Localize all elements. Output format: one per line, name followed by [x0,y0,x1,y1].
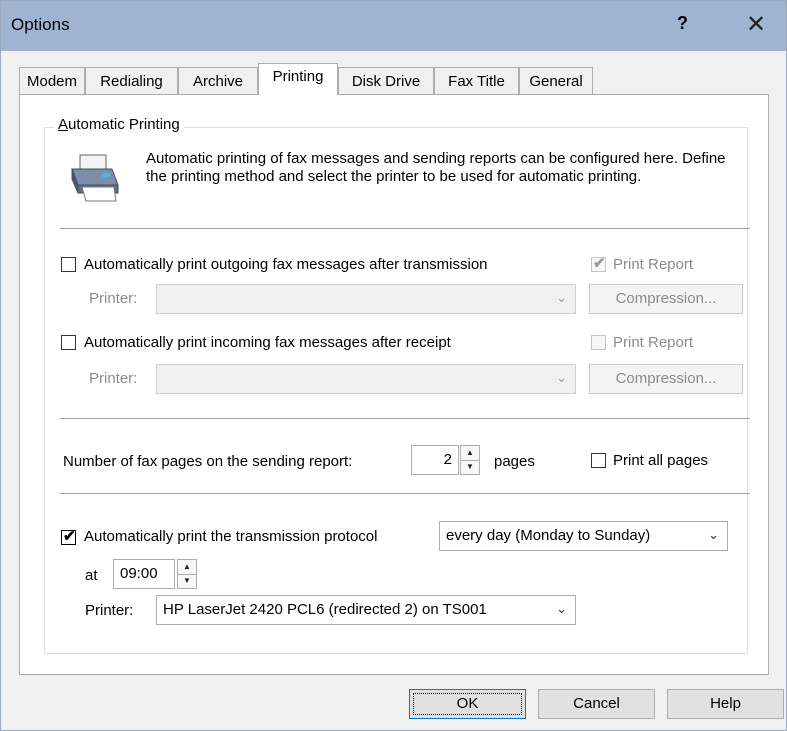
separator [60,228,750,229]
focus-rectangle [413,693,522,715]
chevron-down-icon: ⌄ [556,601,567,616]
incoming-printer-label: Printer: [89,370,138,387]
spin-up-icon[interactable]: ▲ [461,446,479,461]
report-pages-label: Number of fax pages on the sending repor… [63,453,353,470]
spin-down-icon[interactable]: ▼ [461,460,479,474]
chevron-down-icon: ⌄ [708,527,719,542]
outgoing-printer-select[interactable]: ⌄ [156,284,576,314]
outgoing-printer-label: Printer: [89,290,138,307]
ok-button[interactable]: OK [409,689,526,719]
incoming-compression-button[interactable]: Compression... [589,364,743,394]
report-pages-unit: pages [494,453,535,470]
printing-panel: Automatic Printing Automatic printing of… [19,94,769,675]
separator [60,493,750,494]
chevron-down-icon: ⌄ [556,370,567,385]
printing-description: Automatic printing of fax messages and s… [146,150,726,185]
tab-fax-title[interactable]: Fax Title [434,67,519,94]
cancel-button[interactable]: Cancel [538,689,655,719]
title-bar[interactable]: Options ? ✕ [1,1,786,51]
incoming-printer-select[interactable]: ⌄ [156,364,576,394]
incoming-print-report-label[interactable]: Print Report [613,334,693,351]
tab-redialing[interactable]: Redialing [85,67,178,94]
printer-icon [71,154,119,202]
protocol-time-input[interactable]: 09:00 [113,559,175,589]
protocol-schedule-select[interactable]: every day (Monday to Sunday) ⌄ [439,521,728,551]
print-all-pages-label[interactable]: Print all pages [613,452,708,469]
chevron-down-icon: ⌄ [556,290,567,305]
window-title: Options [11,15,70,34]
protocol-printer-label: Printer: [85,602,134,619]
outgoing-print-checkbox[interactable] [61,257,76,272]
help-icon[interactable]: ? [677,13,688,34]
separator [60,418,750,419]
protocol-time-stepper[interactable]: ▲ ▼ [177,559,197,589]
tab-printing[interactable]: Printing [258,63,338,95]
outgoing-print-report-checkbox[interactable]: ✔ [591,255,606,272]
spin-down-icon[interactable]: ▼ [178,574,196,588]
check-icon: ✔ [593,255,606,272]
protocol-print-checkbox[interactable]: ✔ [61,528,76,545]
report-pages-input[interactable]: 2 [411,445,459,475]
incoming-print-label[interactable]: Automatically print incoming fax message… [84,334,451,351]
outgoing-print-label[interactable]: Automatically print outgoing fax message… [84,256,488,273]
outgoing-print-report-label[interactable]: Print Report [613,256,693,273]
tab-modem[interactable]: Modem [19,67,85,94]
protocol-at-label: at [85,567,98,584]
protocol-printer-select[interactable]: HP LaserJet 2420 PCL6 (redirected 2) on … [156,595,576,625]
close-icon[interactable]: ✕ [746,10,766,39]
tab-archive[interactable]: Archive [178,67,258,94]
incoming-print-report-checkbox[interactable] [591,335,606,350]
outgoing-compression-button[interactable]: Compression... [589,284,743,314]
incoming-print-checkbox[interactable] [61,335,76,350]
protocol-print-label[interactable]: Automatically print the transmission pro… [84,528,377,545]
spin-up-icon[interactable]: ▲ [178,560,196,575]
tab-disk-drive[interactable]: Disk Drive [338,67,434,94]
check-icon: ✔ [63,528,76,545]
report-pages-stepper[interactable]: ▲ ▼ [460,445,480,475]
print-all-pages-checkbox[interactable] [591,453,606,468]
help-button[interactable]: Help [667,689,784,719]
group-title: Automatic Printing [54,116,184,133]
options-dialog: Options ? ✕ Modem Redialing Archive Prin… [0,0,787,731]
tab-general[interactable]: General [519,67,593,94]
